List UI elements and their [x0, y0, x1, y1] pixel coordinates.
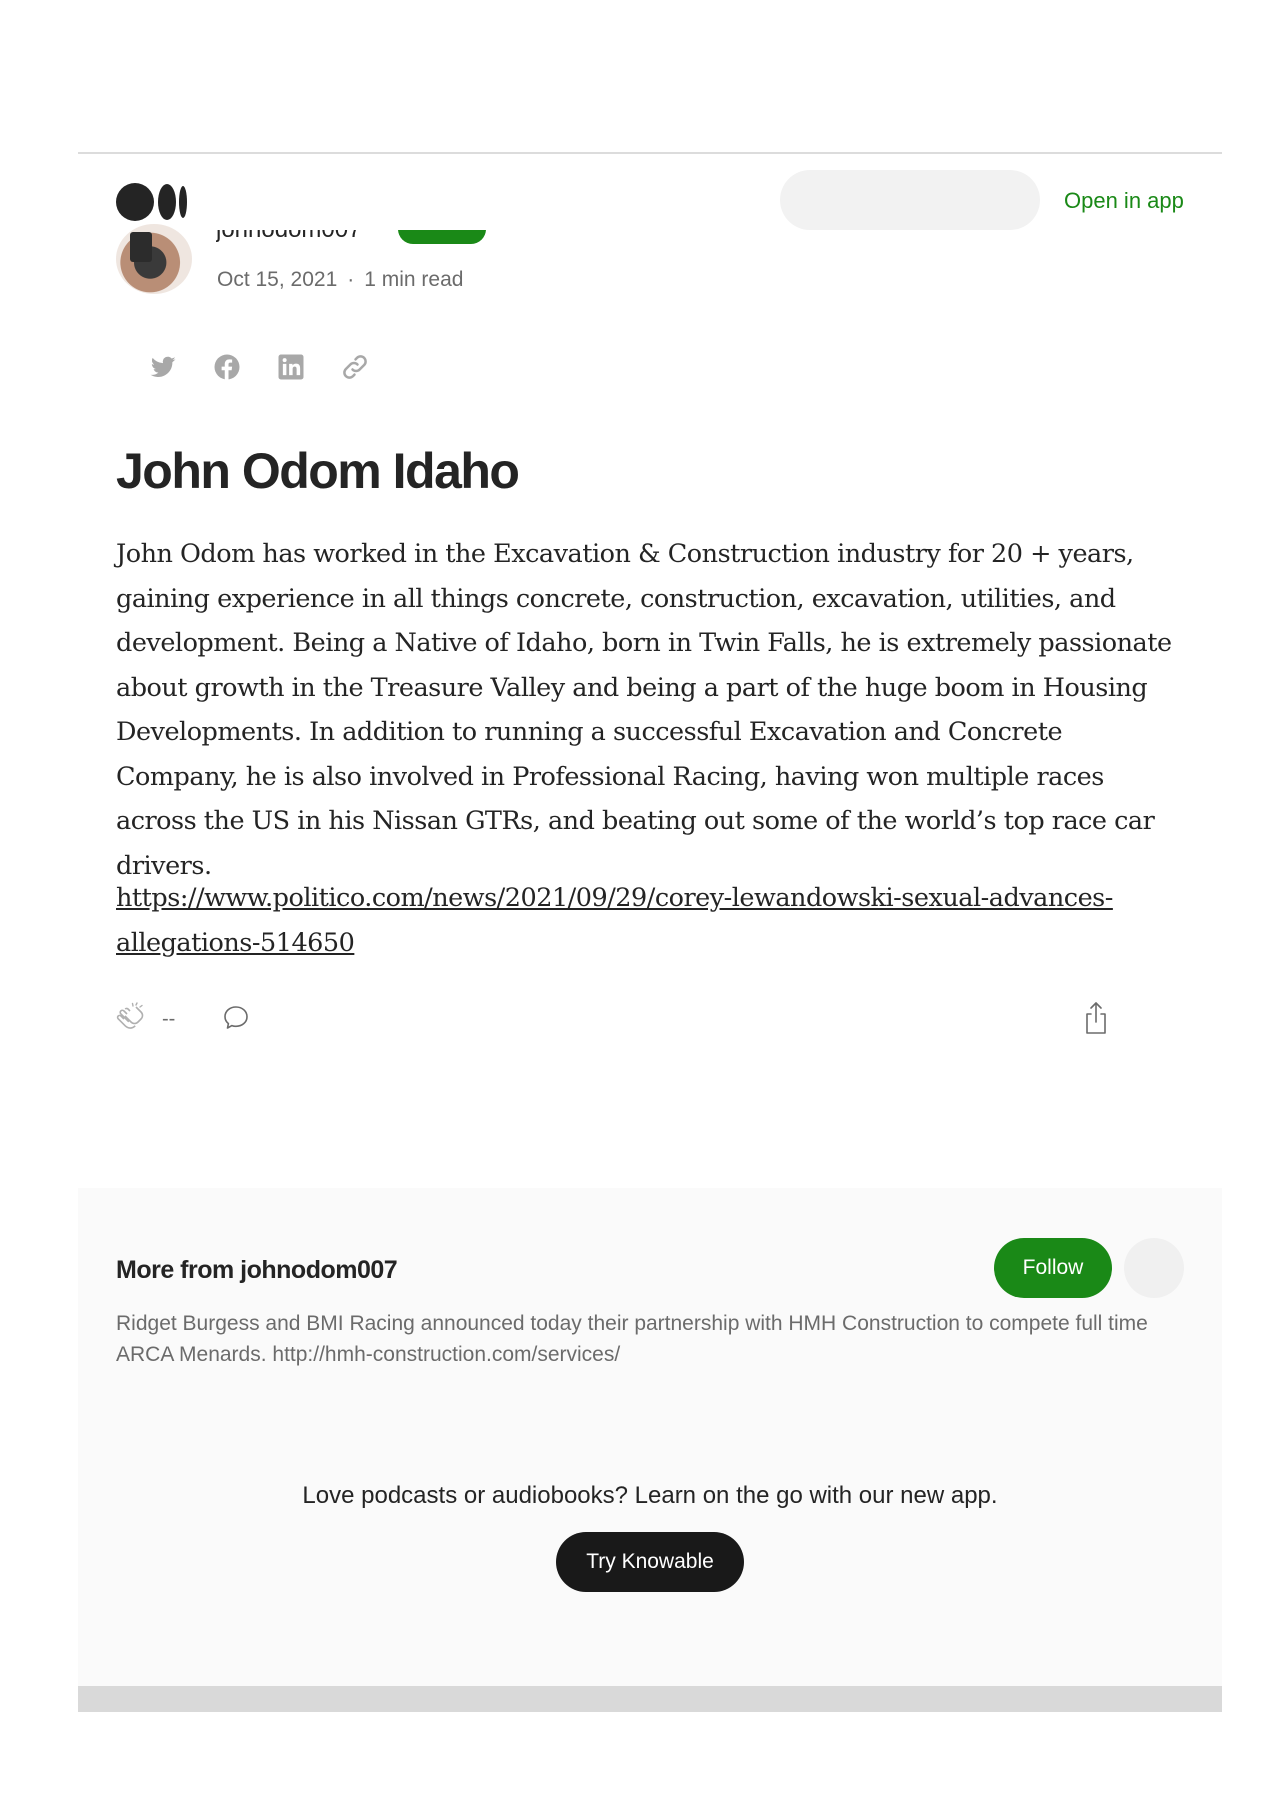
author-row: johnodom007 Oct 15, 2021·1 min read [116, 224, 716, 304]
more-from-description: Ridget Burgess and BMI Racing announced … [116, 1312, 1148, 1366]
article-link-line-1: https://www.politico.com/news/2021/09/29… [116, 883, 1113, 913]
more-from-section: More from johnodom007 Follow Ridget Burg… [78, 1188, 1222, 1686]
try-knowable-button[interactable]: Try Knowable [556, 1532, 744, 1592]
article-body: John Odom has worked in the Excavation &… [116, 539, 1172, 881]
follow-button[interactable]: Follow [994, 1238, 1112, 1298]
linkedin-icon[interactable] [276, 352, 306, 382]
post-date: Oct 15, 2021 [217, 268, 338, 291]
link-icon[interactable] [340, 352, 370, 382]
engagement-bar: -- [116, 1000, 1116, 1040]
post-meta: Oct 15, 2021 · 1 min read [217, 268, 463, 292]
meta-separator: · [347, 268, 355, 291]
comment-icon[interactable] [220, 1002, 252, 1034]
clap-icon[interactable] [116, 1002, 150, 1036]
article-link-line-2: allegations-514650 [116, 927, 355, 958]
medium-logo-icon[interactable] [116, 182, 188, 222]
share-icon[interactable] [1080, 1000, 1112, 1036]
author-avatar[interactable] [116, 224, 192, 294]
facebook-icon[interactable] [212, 352, 242, 382]
search-bar[interactable] [780, 170, 1040, 230]
bottom-bar [78, 1686, 1222, 1712]
more-from-title: More from johnodom007 [116, 1256, 398, 1284]
twitter-icon[interactable] [148, 352, 178, 382]
article-link[interactable]: https://www.politico.com/news/2021/09/29… [116, 876, 1186, 965]
subscribe-email-icon[interactable] [1124, 1238, 1184, 1298]
article-title: John Odom Idaho [116, 443, 520, 499]
header-background [78, 154, 1222, 220]
site-header: Open in app [78, 154, 1222, 234]
open-in-app-link[interactable]: Open in app [1064, 188, 1184, 214]
promo-text: Love podcasts or audiobooks? Learn on th… [302, 1482, 998, 1509]
clap-count: -- [162, 1008, 176, 1030]
read-time: 1 min read [364, 268, 464, 291]
